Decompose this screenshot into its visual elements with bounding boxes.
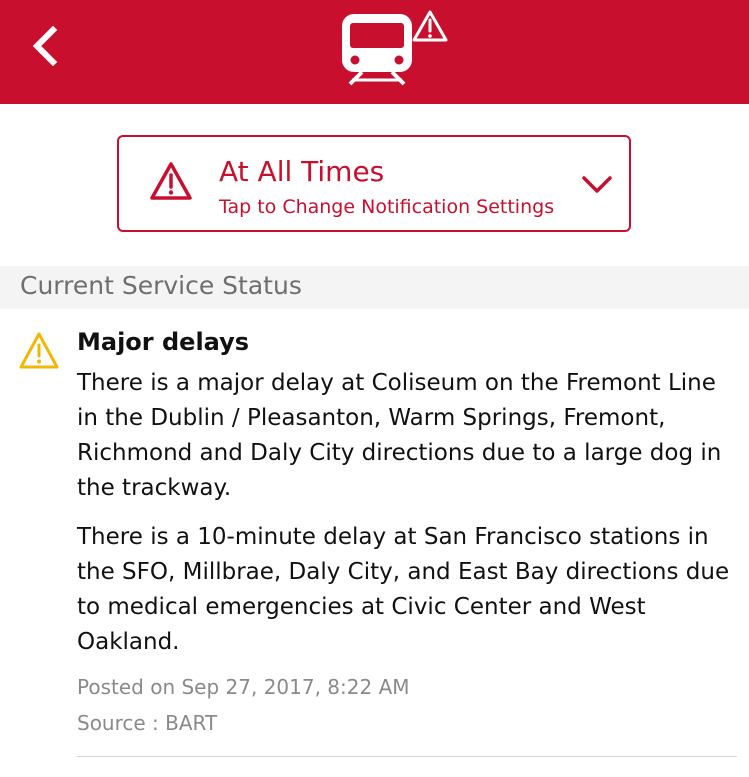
- divider: [77, 756, 737, 757]
- status-source: Source : BART: [77, 711, 218, 735]
- status-title: Major delays: [77, 328, 250, 356]
- chevron-down-icon: [582, 176, 612, 193]
- back-button[interactable]: [22, 24, 66, 68]
- app-header: [0, 0, 749, 104]
- posted-timestamp: Posted on Sep 27, 2017, 8:22 AM: [77, 675, 410, 699]
- status-description: There is a major delay at Coliseum on th…: [77, 370, 722, 501]
- notification-setting-subtitle: Tap to Change Notification Settings: [219, 196, 555, 218]
- status-description: There is a 10-minute delay at San Franci…: [77, 524, 730, 655]
- chevron-left-icon: [32, 26, 58, 66]
- section-title: Current Service Status: [20, 271, 302, 300]
- train-alert-icon: [342, 10, 448, 86]
- section-header: Current Service Status: [0, 266, 749, 309]
- warning-icon: [19, 332, 59, 369]
- warning-icon: [150, 162, 192, 200]
- notification-setting-title: At All Times: [219, 155, 385, 188]
- notification-settings-button[interactable]: At All Times Tap to Change Notification …: [117, 135, 631, 232]
